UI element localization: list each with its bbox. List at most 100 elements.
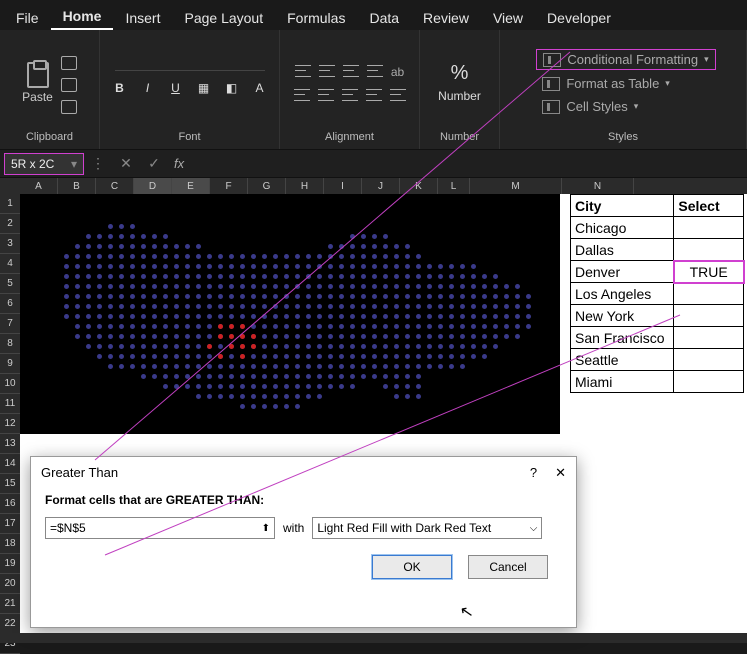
cancel-button[interactable]: Cancel [468,555,548,579]
cut-icon[interactable] [61,56,77,70]
cancel-formula-icon[interactable]: ✕ [116,155,136,172]
tab-home[interactable]: Home [51,2,114,30]
tab-developer[interactable]: Developer [535,4,623,30]
row-header-2[interactable]: 2 [0,214,20,234]
table-cell[interactable] [674,327,744,349]
paste-icon[interactable] [27,62,49,88]
table-cell[interactable]: Seattle [571,349,674,371]
col-header-F[interactable]: F [210,178,248,194]
row-header-15[interactable]: 15 [0,474,20,494]
row-header-10[interactable]: 10 [0,374,20,394]
row-header-3[interactable]: 3 [0,234,20,254]
row-header-20[interactable]: 20 [0,574,20,594]
tab-formulas[interactable]: Formulas [275,4,357,30]
row-header-16[interactable]: 16 [0,494,20,514]
row-header-6[interactable]: 6 [0,294,20,314]
copy-icon[interactable] [61,78,77,92]
table-cell[interactable]: Miami [571,371,674,393]
row-header-14[interactable]: 14 [0,454,20,474]
italic-button[interactable]: I [139,81,157,95]
table-header[interactable]: Select [674,195,744,217]
dialog-value-input[interactable]: =$N$5 ⬆ [45,517,275,539]
name-box[interactable]: 5R x 2C▾ [4,153,84,175]
row-header-8[interactable]: 8 [0,334,20,354]
fx-label[interactable]: fx [174,156,184,171]
col-header-M[interactable]: M [470,178,562,194]
dialog-close-button[interactable]: ✕ [555,465,566,481]
align-top-icon[interactable] [295,65,311,77]
table-cell[interactable]: San Francisco [571,327,674,349]
align-left-icon[interactable] [294,89,310,101]
col-header-D[interactable]: D [134,178,172,194]
table-cell[interactable] [674,217,744,239]
format-painter-icon[interactable] [61,100,77,114]
styles-cell-styles[interactable]: Cell Styles ▾ [536,97,644,116]
row-header-9[interactable]: 9 [0,354,20,374]
row-header-19[interactable]: 19 [0,554,20,574]
tab-data[interactable]: Data [357,4,411,30]
font-color-button[interactable]: A [251,81,269,95]
paste-label[interactable]: Paste [22,90,53,104]
table-cell[interactable]: TRUE [674,261,744,283]
underline-button[interactable]: U [167,81,185,95]
table-cell[interactable] [674,349,744,371]
col-header-E[interactable]: E [172,178,210,194]
table-cell[interactable] [674,305,744,327]
row-header-11[interactable]: 11 [0,394,20,414]
fill-color-button[interactable]: ◧ [223,81,241,95]
border-button[interactable]: ▦ [195,81,213,95]
row-header-21[interactable]: 21 [0,594,20,614]
col-header-I[interactable]: I [324,178,362,194]
table-cell[interactable]: Dallas [571,239,674,261]
align-middle-icon[interactable] [319,65,335,77]
row-header-5[interactable]: 5 [0,274,20,294]
table-cell[interactable] [674,239,744,261]
table-cell[interactable]: Denver [571,261,674,283]
row-header-1[interactable]: 1 [0,194,20,214]
table-header[interactable]: City [571,195,674,217]
col-header-G[interactable]: G [248,178,286,194]
col-header-N[interactable]: N [562,178,634,194]
col-header-K[interactable]: K [400,178,438,194]
col-header-H[interactable]: H [286,178,324,194]
table-cell[interactable] [674,283,744,305]
indent-decrease-icon[interactable] [366,89,382,101]
row-header-12[interactable]: 12 [0,414,20,434]
tab-page-layout[interactable]: Page Layout [172,4,275,30]
range-picker-icon[interactable]: ⬆ [262,523,270,534]
ok-button[interactable]: OK [372,555,452,579]
wrap-text-icon[interactable]: ab [391,65,404,79]
bold-button[interactable]: B [111,81,129,95]
indent-increase-icon[interactable] [390,89,406,101]
table-cell[interactable]: Los Angeles [571,283,674,305]
align-bottom-icon[interactable] [343,65,359,77]
col-header-A[interactable]: A [20,178,58,194]
col-header-C[interactable]: C [96,178,134,194]
percent-icon[interactable]: % [451,62,469,85]
tab-file[interactable]: File [4,4,51,30]
tab-review[interactable]: Review [411,4,481,30]
row-header-22[interactable]: 22 [0,614,20,634]
row-header-7[interactable]: 7 [0,314,20,334]
dialog-format-select[interactable]: Light Red Fill with Dark Red Text ⌵ [312,517,542,539]
styles-format-as-table[interactable]: Format as Table ▾ [536,74,676,93]
col-header-L[interactable]: L [438,178,470,194]
enter-formula-icon[interactable]: ✓ [144,155,164,172]
dialog-help-button[interactable]: ? [530,465,537,481]
row-header-13[interactable]: 13 [0,434,20,454]
col-header-B[interactable]: B [58,178,96,194]
row-header-18[interactable]: 18 [0,534,20,554]
table-cell[interactable]: Chicago [571,217,674,239]
tab-insert[interactable]: Insert [113,4,172,30]
orientation-icon[interactable] [367,65,383,77]
table-cell[interactable]: New York [571,305,674,327]
col-header-J[interactable]: J [362,178,400,194]
number-format-label[interactable]: Number [438,89,481,103]
row-header-4[interactable]: 4 [0,254,20,274]
tab-view[interactable]: View [481,4,535,30]
styles-conditional-formatting[interactable]: Conditional Formatting ▾ [536,49,715,70]
row-header-17[interactable]: 17 [0,514,20,534]
align-right-icon[interactable] [342,89,358,101]
align-center-icon[interactable] [318,89,334,101]
table-cell[interactable] [674,371,744,393]
